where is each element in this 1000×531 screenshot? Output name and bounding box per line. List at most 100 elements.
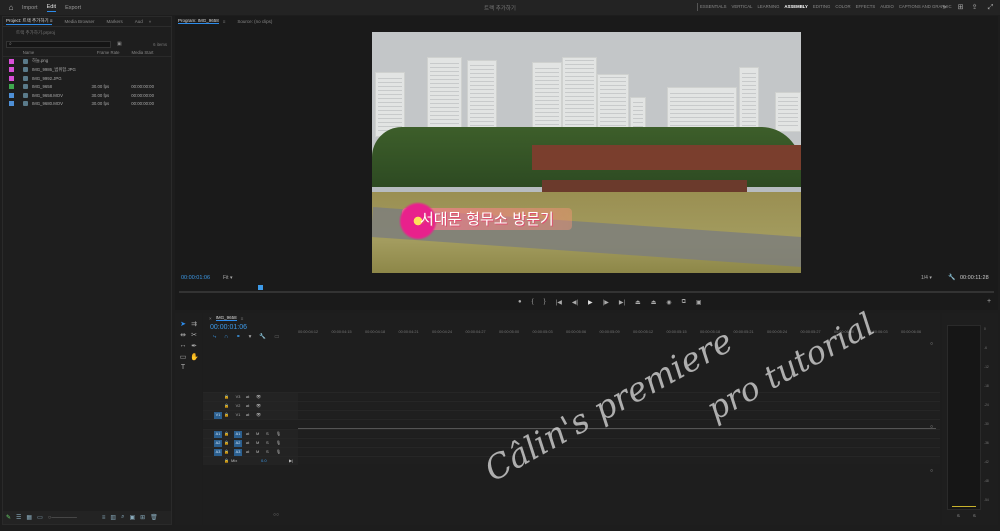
column-name[interactable]: Name	[23, 50, 97, 55]
lock-icon[interactable]: 🔒	[224, 431, 229, 436]
column-media-start[interactable]: Media Start	[131, 50, 171, 55]
scroll-handle-bottom[interactable]: ○	[930, 468, 933, 474]
pen-tool-icon[interactable]: ✒	[190, 342, 198, 350]
sync-lock-icon[interactable]: ⇌	[246, 412, 249, 417]
workspace-effects[interactable]: EFFECTS	[856, 4, 876, 9]
add-marker-icon[interactable]: ●	[518, 299, 522, 306]
source-patch-v1[interactable]: V1	[214, 411, 222, 419]
solo-icon[interactable]: S	[266, 449, 269, 454]
search-input[interactable]: ⌕	[6, 40, 111, 48]
razor-tool-icon[interactable]: ✂	[190, 331, 198, 339]
extract-icon[interactable]: ⏏	[651, 299, 657, 306]
track-label-a3[interactable]: A3	[234, 448, 242, 456]
zoom-fit-select[interactable]: Fit ▾	[223, 275, 232, 281]
ripple-edit-icon[interactable]: ⇹	[179, 331, 187, 339]
tab-sequence[interactable]: IMG_9658	[215, 315, 237, 321]
track-label-a1[interactable]: A1	[234, 430, 242, 438]
new-item-icon[interactable]: ⊞	[140, 514, 145, 521]
find-icon[interactable]: ⌕	[121, 514, 124, 521]
share-icon[interactable]: ⇪	[970, 3, 979, 12]
close-icon[interactable]: ×	[209, 316, 212, 321]
step-back-icon[interactable]: ◀|	[572, 299, 578, 306]
icon-view-icon[interactable]: ▦	[26, 514, 32, 521]
tab-media-browser[interactable]: Media Browser	[64, 19, 94, 24]
list-item[interactable]: IMG_9992.JPG	[3, 74, 171, 83]
go-to-end-icon[interactable]: ▶|	[289, 458, 293, 463]
add-marker-icon[interactable]: ▾	[249, 334, 252, 341]
add-button-icon[interactable]: +	[987, 298, 991, 305]
workspace-menu-icon[interactable]: ⊞	[956, 3, 965, 12]
new-bin-icon[interactable]: ▣	[129, 514, 135, 521]
mark-in-icon[interactable]: {	[532, 299, 534, 306]
lock-icon[interactable]: 🔒	[224, 403, 229, 408]
export-frame-icon[interactable]: ◉	[666, 299, 671, 306]
label-color-swatch[interactable]	[9, 92, 14, 98]
workspace-vertical[interactable]: VERTICAL	[732, 4, 753, 9]
voiceover-icon[interactable]: 🎙	[276, 440, 281, 445]
workspace-audio[interactable]: AUDIO	[880, 4, 894, 9]
comparison-view-icon[interactable]: ⧉	[682, 299, 686, 306]
zoom-scroll-handle[interactable]: ○○	[273, 512, 279, 518]
workspace-editing[interactable]: EDITING	[813, 4, 830, 9]
video-caption[interactable]: 서대문 형무소 방문기	[420, 208, 554, 229]
eye-icon[interactable]: 👁	[256, 394, 261, 399]
mute-icon[interactable]: M	[256, 449, 259, 454]
sort-icon[interactable]: ≡	[102, 515, 106, 521]
list-item[interactable]: 하늘.png	[3, 57, 171, 66]
track-label-a2[interactable]: A2	[234, 439, 242, 447]
tab-markers[interactable]: Markers	[107, 19, 123, 24]
lock-icon[interactable]: 🔒	[224, 449, 229, 454]
label-color-swatch[interactable]	[9, 84, 14, 90]
list-item[interactable]: IMG_9986_범위함.JPG	[3, 66, 171, 75]
solo-icon[interactable]: S	[266, 431, 269, 436]
track-a3[interactable]: A3 🔒 A3 ⇌ M S 🎙	[203, 447, 940, 456]
fullscreen-icon[interactable]: ⤢	[986, 3, 995, 12]
sync-lock-icon[interactable]: ⇌	[246, 431, 249, 436]
linked-selection-icon[interactable]: ⚭	[236, 334, 241, 341]
hand-tool-icon[interactable]: ✋	[190, 353, 199, 361]
lock-icon[interactable]: 🔒	[224, 440, 229, 445]
snap-icon[interactable]: ∩	[224, 334, 228, 341]
track-v3[interactable]: 🔒 V3 ⇌ 👁	[203, 392, 940, 401]
workspace-essentials[interactable]: ESSENTIALS	[700, 4, 727, 9]
menu-edit[interactable]: Edit	[46, 4, 57, 12]
scroll-handle-top[interactable]: ○	[930, 341, 933, 347]
home-icon[interactable]: ⌂	[0, 3, 22, 12]
solo-left-button[interactable]: S	[957, 513, 960, 518]
source-patch-a2[interactable]: A2	[214, 439, 222, 447]
automate-icon[interactable]: ▥	[110, 514, 116, 521]
tab-audio[interactable]: Aud	[135, 19, 143, 24]
track-mix[interactable]: 🔒 Mix 0.0 ▶|	[203, 456, 940, 465]
menu-import[interactable]: Import	[22, 5, 38, 11]
workspace-learning[interactable]: LEARNING	[757, 4, 779, 9]
list-item[interactable]: IMG_9680.MOV 30.00 fps 00:00:00:00	[3, 100, 171, 109]
voiceover-icon[interactable]: 🎙	[276, 431, 281, 436]
source-patch-a1[interactable]: A1	[214, 430, 222, 438]
lock-icon[interactable]: 🔒	[224, 412, 229, 417]
more-icon[interactable]: »	[940, 3, 949, 12]
tab-source[interactable]: Source: (no clips)	[237, 19, 272, 24]
selection-tool-icon[interactable]: ➤	[179, 320, 187, 328]
go-to-out-icon[interactable]: ▶|	[619, 299, 625, 306]
mix-volume-value[interactable]: 0.0	[261, 458, 267, 463]
multi-camera-icon[interactable]: ▣	[696, 299, 702, 306]
go-to-in-icon[interactable]: |◀	[556, 299, 562, 306]
panel-overflow-icon[interactable]: »	[149, 19, 152, 24]
source-patch-a3[interactable]: A3	[214, 448, 222, 456]
workspace-color[interactable]: COLOR	[835, 4, 850, 9]
trash-icon[interactable]: 🗑	[150, 514, 158, 521]
label-color-swatch[interactable]	[9, 58, 14, 64]
label-color-swatch[interactable]	[9, 101, 14, 107]
track-select-icon[interactable]: ⇉	[190, 320, 198, 328]
step-forward-icon[interactable]: |▶	[603, 299, 609, 306]
captions-icon[interactable]: ▭	[274, 334, 279, 341]
track-label-v2[interactable]: V2	[234, 403, 242, 410]
video-frame[interactable]: 서대문 형무소 방문기	[372, 32, 801, 273]
tab-program[interactable]: Program: IMG_9658	[178, 18, 219, 24]
zoom-slider[interactable]: ○──────	[48, 515, 77, 521]
program-scrubber[interactable]	[179, 291, 994, 293]
tab-project[interactable]: Project: 트랙 추가하기 ≡	[6, 18, 53, 25]
freeform-view-icon[interactable]: ▭	[37, 514, 43, 521]
pencil-icon[interactable]: ✎	[6, 514, 11, 521]
workspace-assembly[interactable]: ASSEMBLY	[784, 4, 807, 9]
